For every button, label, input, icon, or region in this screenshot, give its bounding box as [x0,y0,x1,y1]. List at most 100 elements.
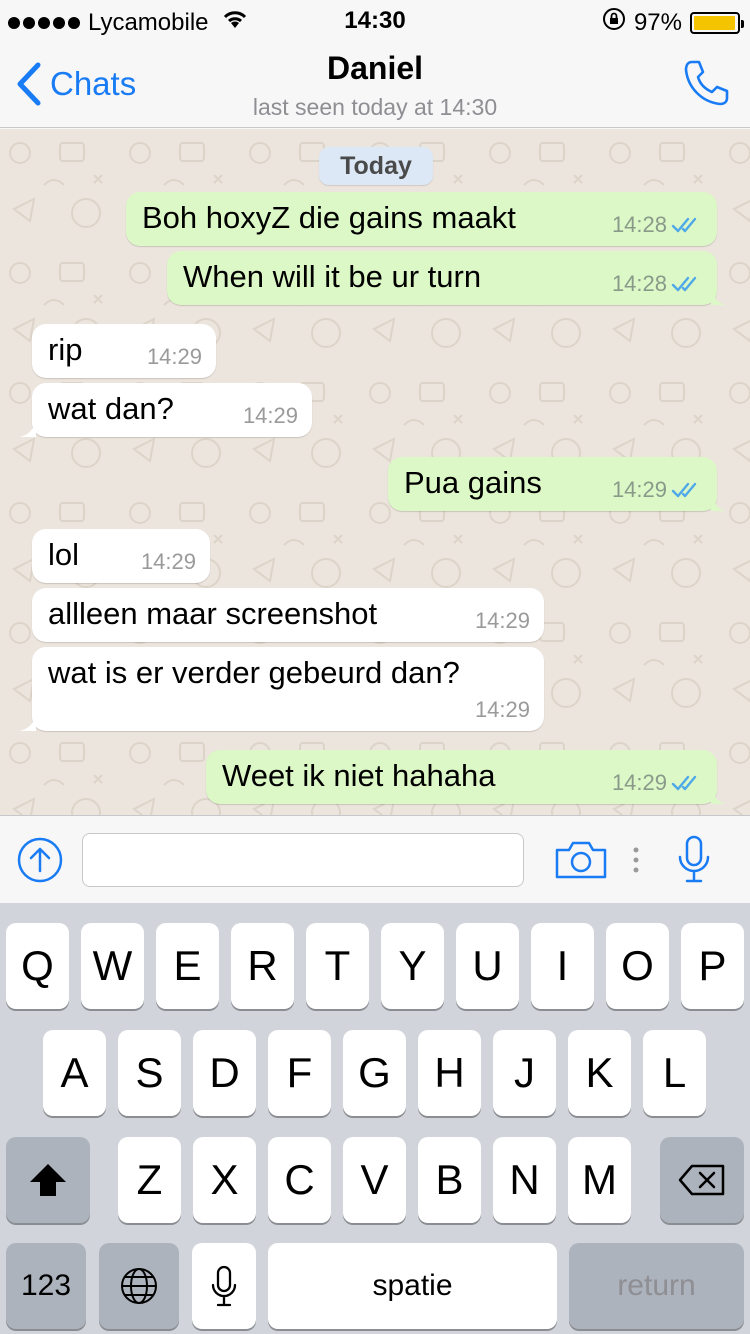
bubble-tail [711,287,725,305]
key-c[interactable]: C [268,1137,331,1223]
key-t[interactable]: T [306,923,369,1009]
bubble-tail [711,786,725,804]
more-icon [632,846,640,874]
message-text: rip [48,332,83,367]
battery-percent: 97% [633,8,682,36]
message-text: lol [48,537,80,572]
key-l[interactable]: L [643,1030,706,1116]
key-h[interactable]: H [418,1030,481,1116]
message-meta: 14:29 [475,608,530,634]
key-b[interactable]: B [418,1137,481,1223]
message-text: Pua gains [404,465,542,500]
bubble-tail [20,419,36,437]
read-ticks-icon [671,276,697,292]
camera-icon [555,841,607,879]
key-m[interactable]: M [568,1137,631,1223]
globe-key[interactable] [99,1243,179,1329]
attach-button[interactable] [16,836,64,889]
key-r[interactable]: R [231,923,294,1009]
message-text: When will it be ur turn [183,259,482,294]
key-z[interactable]: Z [118,1137,181,1223]
date-divider: Today [319,147,433,185]
key-d[interactable]: D [193,1030,256,1116]
rotation-lock-icon [602,7,626,38]
dictation-icon [211,1265,237,1307]
incoming-message[interactable]: lol 14:29 [32,529,210,583]
message-input[interactable] [82,833,524,887]
backspace-key[interactable] [660,1137,744,1223]
key-w[interactable]: W [81,923,144,1009]
key-s[interactable]: S [118,1030,181,1116]
space-key[interactable]: spatie [268,1243,557,1329]
key-y[interactable]: Y [381,923,444,1009]
key-a[interactable]: A [43,1030,106,1116]
message-text: allleen maar screenshot [48,596,378,631]
message-meta: 14:29 [243,403,298,429]
message-meta: 14:29 [475,697,530,723]
outgoing-message[interactable]: Boh hoxyZ die gains maakt 14:28 [126,192,717,246]
message-text: wat dan? [48,391,174,426]
message-time: 14:29 [474,697,530,722]
key-k[interactable]: K [568,1030,631,1116]
phone-icon [684,60,729,106]
message-meta: 14:29 [147,344,202,370]
message-time: 14:28 [611,271,667,296]
message-meta: 14:29 [141,549,196,575]
key-x[interactable]: X [193,1137,256,1223]
key-v[interactable]: V [343,1137,406,1223]
key-n[interactable]: N [493,1137,556,1223]
shift-icon [30,1164,66,1196]
message-text: wat is er verder gebeurd dan? [48,655,460,690]
upload-icon [17,837,63,883]
message-time: 14:29 [611,477,667,502]
message-text: Boh hoxyZ die gains maakt [142,200,516,235]
keyboard: QWERTYUIOP ASDFGHJKL ZXCVBNM 123 spatie … [0,903,750,1334]
call-button[interactable] [682,58,730,113]
status-bar: Lycamobile 14:30 97% [0,0,750,40]
outgoing-message[interactable]: When will it be ur turn 14:28 [167,251,725,305]
key-u[interactable]: U [456,923,519,1009]
message-meta: 14:28 [612,271,703,297]
key-g[interactable]: G [343,1030,406,1116]
read-ticks-icon [671,775,697,791]
globe-icon [121,1268,157,1304]
message-meta: 14:29 [612,477,703,503]
key-e[interactable]: E [156,923,219,1009]
message-time: 14:29 [611,770,667,795]
shift-key[interactable] [6,1137,90,1223]
numbers-key[interactable]: 123 [6,1243,86,1329]
key-j[interactable]: J [493,1030,556,1116]
key-f[interactable]: F [268,1030,331,1116]
incoming-message[interactable]: wat is er verder gebeurd dan? 14:29 [20,647,544,731]
incoming-message[interactable]: rip 14:29 [32,324,216,378]
key-p[interactable]: P [681,923,744,1009]
incoming-message[interactable]: allleen maar screenshot 14:29 [32,588,544,642]
camera-button[interactable] [554,840,608,885]
microphone-icon [678,835,710,883]
bubble-tail [20,713,36,731]
key-q[interactable]: Q [6,923,69,1009]
key-i[interactable]: I [531,923,594,1009]
incoming-message[interactable]: wat dan? 14:29 [20,383,312,437]
return-key[interactable]: return [569,1243,744,1329]
bubble-tail [711,493,725,511]
battery-icon [690,11,744,34]
message-time: 14:29 [242,403,298,428]
read-ticks-icon [671,217,697,233]
key-o[interactable]: O [606,923,669,1009]
chat-area[interactable]: Today Boh hoxyZ die gains maakt 14:28 When… [0,129,750,815]
contact-name[interactable]: Daniel [0,50,750,87]
composer-bar [0,815,750,903]
voice-record-button[interactable] [676,834,712,889]
dictation-key[interactable] [192,1243,256,1329]
message-time: 14:29 [474,608,530,633]
read-ticks-icon [671,482,697,498]
status-right: 97% [602,7,744,38]
message-time: 14:29 [146,344,202,369]
battery-level [694,15,735,30]
outgoing-message[interactable]: Weet ik niet hahaha 14:29 [206,750,725,804]
message-meta: 14:28 [612,212,703,238]
message-time: 14:29 [140,549,196,574]
message-time: 14:28 [611,212,667,237]
outgoing-message[interactable]: Pua gains 14:29 [388,457,725,511]
